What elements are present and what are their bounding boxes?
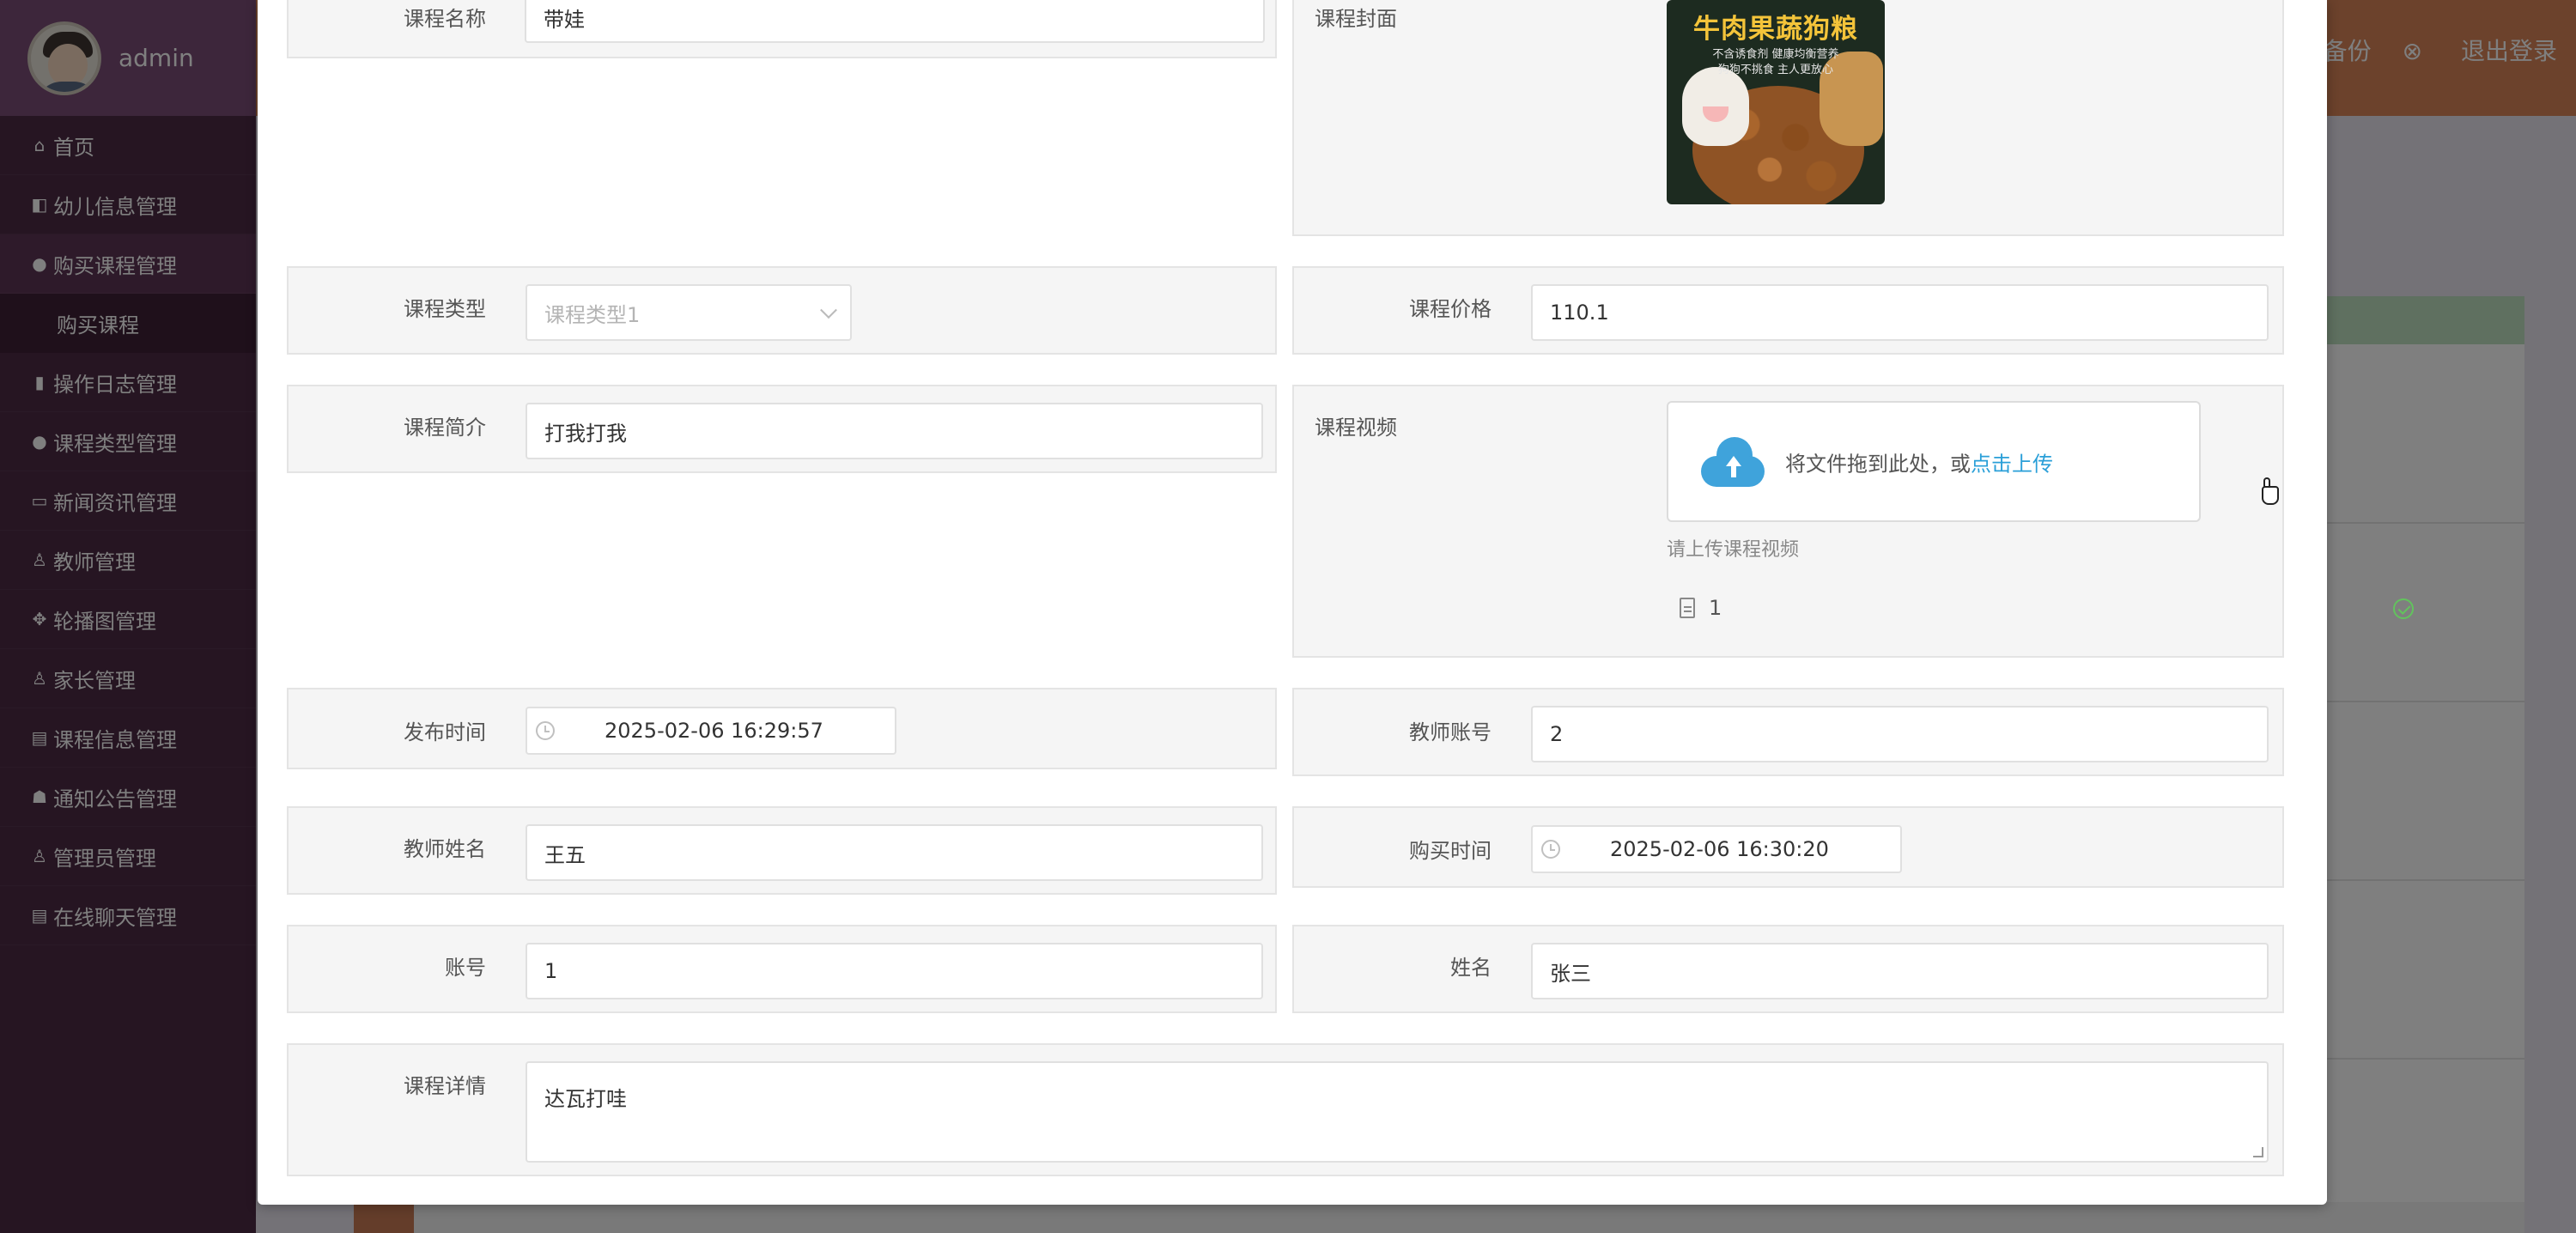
course-detail-textarea[interactable]: 达瓦打哇 [526, 1061, 2269, 1163]
course-detail-dialog: 课程名称 带娃 课程封面 牛肉果蔬狗粮 不含诱食剂 健康均衡营养 狗狗不挑食 主… [258, 0, 2414, 1205]
publish-time-picker[interactable]: 2025-02-06 16:29:57 [526, 707, 896, 755]
clock-icon [536, 721, 555, 740]
course-detail-card: 课程详情 达瓦打哇 [287, 1043, 2284, 1176]
purchase-time-picker[interactable]: 2025-02-06 16:30:20 [1531, 825, 1902, 873]
teacher-account-card: 教师账号 2 [1292, 688, 2284, 776]
name-label: 姓名 [1450, 956, 1492, 980]
name-card: 姓名 张三 [1292, 925, 2284, 1013]
upload-tip: 请上传课程视频 [1667, 539, 1800, 561]
name-input[interactable]: 张三 [1531, 943, 2269, 999]
course-type-value: 课程类型1 [544, 302, 641, 327]
teacher-account-input[interactable]: 2 [1531, 706, 2269, 762]
teacher-name-input[interactable]: 王五 [526, 824, 1263, 881]
teacher-name-card: 教师姓名 王五 [287, 806, 1277, 895]
cover-title: 牛肉果蔬狗粮 [1693, 14, 1858, 45]
account-label: 账号 [445, 956, 486, 980]
course-cover-label: 课程封面 [1315, 7, 1397, 31]
dog-illustration [1682, 67, 1749, 146]
chevron-down-icon [820, 301, 837, 319]
cover-subtitle: 狗狗不挑食 主人更放心 [1717, 64, 1834, 76]
resize-handle[interactable] [2253, 1147, 2263, 1157]
cloud-upload-icon [1701, 437, 1765, 487]
account-card: 账号 1 [287, 925, 1277, 1013]
teacher-account-label: 教师账号 [1409, 720, 1492, 744]
video-upload-dropzone[interactable]: 将文件拖到此处，或点击上传 [1667, 401, 2201, 522]
cover-subtitle: 不含诱食剂 健康均衡营养 [1712, 48, 1839, 61]
uploaded-file-name: 1 [1709, 596, 1722, 620]
course-type-card: 课程类型 课程类型1 [287, 266, 1277, 355]
course-price-label: 课程价格 [1409, 297, 1492, 321]
click-upload-link[interactable]: 点击上传 [1971, 452, 2053, 476]
course-type-label: 课程类型 [404, 297, 486, 321]
course-intro-card: 课程简介 打我打我 [287, 385, 1277, 473]
purchase-time-label: 购买时间 [1409, 839, 1492, 863]
course-name-label: 课程名称 [404, 7, 486, 31]
publish-time-value: 2025-02-06 16:29:57 [605, 719, 823, 743]
course-intro-label: 课程简介 [404, 416, 486, 440]
course-type-select[interactable]: 课程类型1 [526, 284, 852, 341]
teacher-name-label: 教师姓名 [404, 837, 486, 861]
course-name-input[interactable]: 带娃 [525, 0, 1265, 43]
publish-time-card: 发布时间 2025-02-06 16:29:57 [287, 688, 1277, 769]
purchase-time-card: 购买时间 2025-02-06 16:30:20 [1292, 806, 2284, 888]
success-check-icon [2393, 598, 2414, 619]
course-detail-value: 达瓦打哇 [544, 1087, 627, 1111]
course-intro-input[interactable]: 打我打我 [526, 403, 1263, 459]
account-input[interactable]: 1 [526, 943, 1263, 999]
course-cover-image[interactable]: 牛肉果蔬狗粮 不含诱食剂 健康均衡营养 狗狗不挑食 主人更放心 [1667, 0, 1885, 204]
publish-time-label: 发布时间 [404, 720, 486, 744]
uploaded-file-item[interactable]: 1 [1680, 594, 2418, 623]
upload-hint: 将文件拖到此处，或点击上传 [1785, 452, 2053, 476]
course-detail-label: 课程详情 [404, 1074, 486, 1098]
course-price-card: 课程价格 110.1 [1292, 266, 2284, 355]
course-video-label: 课程视频 [1315, 416, 1397, 440]
clock-icon [1541, 840, 1560, 859]
hand-cursor-icon [2258, 477, 2281, 507]
course-name-card: 课程名称 带娃 [287, 0, 1277, 58]
course-price-input[interactable]: 110.1 [1531, 284, 2269, 341]
document-icon [1680, 598, 1695, 618]
purchase-time-value: 2025-02-06 16:30:20 [1610, 837, 1829, 861]
